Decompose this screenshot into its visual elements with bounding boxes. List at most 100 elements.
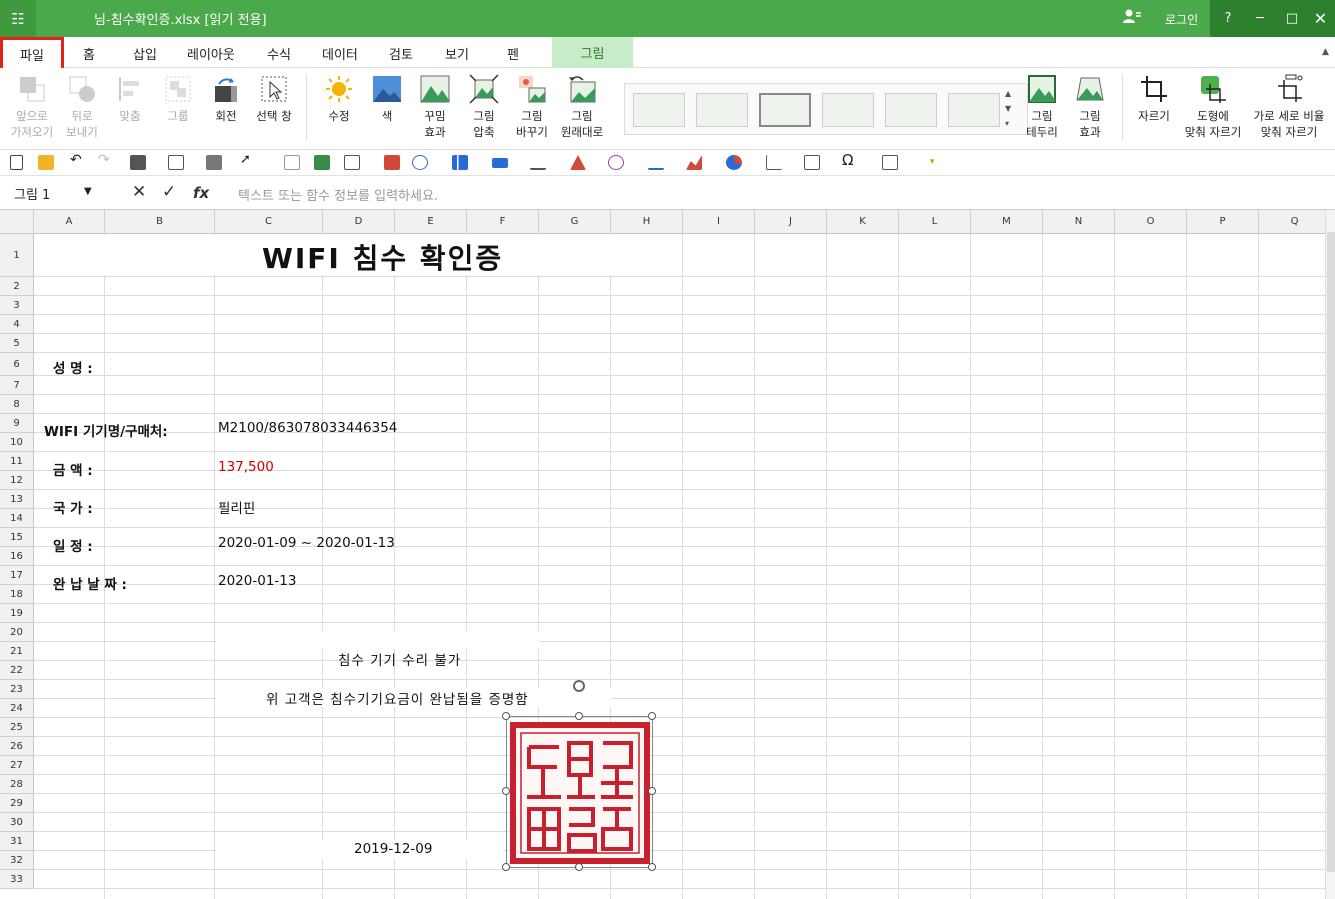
pie-chart-icon[interactable]	[726, 155, 742, 170]
app-menu-icon[interactable]: ☷	[0, 0, 36, 37]
tab-picture[interactable]: 그림	[552, 37, 633, 68]
row-header[interactable]: 28	[0, 775, 34, 794]
column-header[interactable]: K	[827, 210, 899, 234]
line-chart-icon[interactable]	[648, 155, 664, 170]
open-folder-icon[interactable]	[38, 155, 54, 170]
picture-styles-gallery[interactable]: ▲ ▼ ▾	[624, 83, 1028, 135]
column-header[interactable]: I	[683, 210, 755, 234]
scatter-chart-icon[interactable]	[766, 155, 782, 170]
row-header[interactable]: 6	[0, 353, 34, 376]
row-header[interactable]: 23	[0, 680, 34, 699]
tab-home[interactable]: 홈	[83, 44, 95, 63]
radar-chart-icon[interactable]	[608, 155, 624, 170]
resize-handle[interactable]	[502, 787, 510, 795]
formula-input[interactable]: 텍스트 또는 함수 정보를 입력하세요.	[238, 185, 438, 204]
tab-formulas[interactable]: 수식	[267, 44, 291, 63]
shapes-icon[interactable]	[412, 155, 428, 170]
enter-icon[interactable]: ✓	[162, 182, 176, 202]
new-document-icon[interactable]	[10, 155, 23, 170]
column-header[interactable]: B	[105, 210, 215, 234]
column-header[interactable]: C	[215, 210, 323, 234]
compress-pictures-button[interactable]: 그림 압축	[466, 74, 502, 140]
print-icon[interactable]	[206, 155, 222, 170]
grid-table-icon[interactable]	[882, 155, 898, 170]
change-picture-button[interactable]: 그림 바꾸기	[512, 74, 552, 140]
column-header[interactable]: D	[323, 210, 395, 234]
resize-handle[interactable]	[648, 863, 656, 871]
row-header[interactable]: 12	[0, 471, 34, 490]
function-icon[interactable]: fx	[193, 184, 209, 202]
picture-style-thumb[interactable]	[948, 93, 1000, 127]
column-header[interactable]: M	[971, 210, 1043, 234]
vertical-scrollbar[interactable]	[1325, 210, 1335, 899]
column-chart-icon[interactable]	[492, 158, 508, 168]
column-header[interactable]: J	[755, 210, 827, 234]
column-header[interactable]: F	[467, 210, 539, 234]
row-header[interactable]: 17	[0, 566, 34, 585]
user-icon[interactable]	[1122, 8, 1142, 28]
row-header[interactable]: 18	[0, 585, 34, 604]
crop-aspect-ratio-button[interactable]: 가로 세로 비율 맞춰 자르기	[1246, 74, 1332, 140]
tab-file[interactable]: 파일	[0, 37, 64, 72]
row-header[interactable]: 25	[0, 718, 34, 737]
reset-picture-button[interactable]: 그림 원래대로	[558, 74, 606, 140]
picture-icon[interactable]	[314, 155, 330, 170]
resize-handle[interactable]	[575, 712, 583, 720]
row-header[interactable]: 3	[0, 296, 34, 315]
row-header[interactable]: 13	[0, 490, 34, 509]
tab-view[interactable]: 보기	[445, 44, 469, 63]
rotate-handle-icon[interactable]	[573, 680, 585, 692]
column-header[interactable]: N	[1043, 210, 1115, 234]
row-header[interactable]: 10	[0, 433, 34, 452]
rotate-button[interactable]: 회전	[208, 74, 244, 124]
corrections-button[interactable]: 수정	[320, 74, 358, 124]
row-header[interactable]: 29	[0, 794, 34, 813]
row-header[interactable]: 7	[0, 376, 34, 395]
gallery-scroll-icon[interactable]: ▲ ▼ ▾	[1005, 86, 1011, 131]
resize-handle[interactable]	[575, 863, 583, 871]
clip-art-icon[interactable]	[384, 155, 400, 170]
row-header[interactable]: 31	[0, 832, 34, 851]
column-header[interactable]: L	[899, 210, 971, 234]
bar-chart-icon[interactable]	[452, 155, 468, 170]
tab-pen[interactable]: 펜	[507, 44, 519, 63]
select-all-corner[interactable]	[0, 210, 34, 234]
resize-handle[interactable]	[502, 863, 510, 871]
row-header[interactable]: 14	[0, 509, 34, 528]
row-header[interactable]: 9	[0, 414, 34, 433]
resize-handle[interactable]	[648, 712, 656, 720]
save-icon[interactable]	[130, 155, 146, 170]
column-header[interactable]: Q	[1259, 210, 1325, 234]
row-header[interactable]: 8	[0, 395, 34, 414]
row-header[interactable]: 15	[0, 528, 34, 547]
crop-to-shape-button[interactable]: 도형에 맞춰 자르기	[1180, 74, 1246, 140]
maximize-button[interactable]: □	[1276, 0, 1308, 37]
picture-style-thumb[interactable]	[759, 93, 811, 127]
stock-chart-icon[interactable]	[530, 155, 546, 170]
pointer-icon[interactable]: ➚	[240, 152, 256, 167]
picture-border-button[interactable]: 그림 테두리	[1020, 74, 1064, 140]
table-icon[interactable]	[284, 155, 300, 170]
help-icon[interactable]: ?	[1212, 0, 1244, 37]
tab-review[interactable]: 검토	[389, 44, 413, 63]
login-button[interactable]: 로그인	[1165, 11, 1198, 28]
artistic-effects-button[interactable]: 꾸밈 효과	[416, 74, 454, 140]
column-header[interactable]: A	[34, 210, 105, 234]
picture-style-thumb[interactable]	[885, 93, 937, 127]
resize-handle[interactable]	[502, 712, 510, 720]
column-header[interactable]: P	[1187, 210, 1259, 234]
customize-toolbar-icon[interactable]: ▾	[930, 157, 946, 172]
cancel-icon[interactable]: ✕	[132, 182, 146, 202]
chevron-down-icon[interactable]: ▼	[84, 186, 92, 197]
undo-icon[interactable]: ↶	[70, 152, 86, 168]
tab-layout[interactable]: 레이아웃	[187, 44, 235, 63]
bring-forward-button[interactable]: 앞으로 가져오기	[8, 74, 56, 140]
row-header[interactable]: 33	[0, 870, 34, 889]
row-header[interactable]: 1	[0, 234, 34, 277]
selection-pane-button[interactable]: 선택 창	[252, 74, 296, 124]
picture-effects-button[interactable]: 그림 효과	[1068, 74, 1112, 140]
area-chart-2-icon[interactable]	[686, 155, 702, 170]
column-header[interactable]: E	[395, 210, 467, 234]
column-header[interactable]: O	[1115, 210, 1187, 234]
send-backward-button[interactable]: 뒤로 보내기	[62, 74, 102, 140]
